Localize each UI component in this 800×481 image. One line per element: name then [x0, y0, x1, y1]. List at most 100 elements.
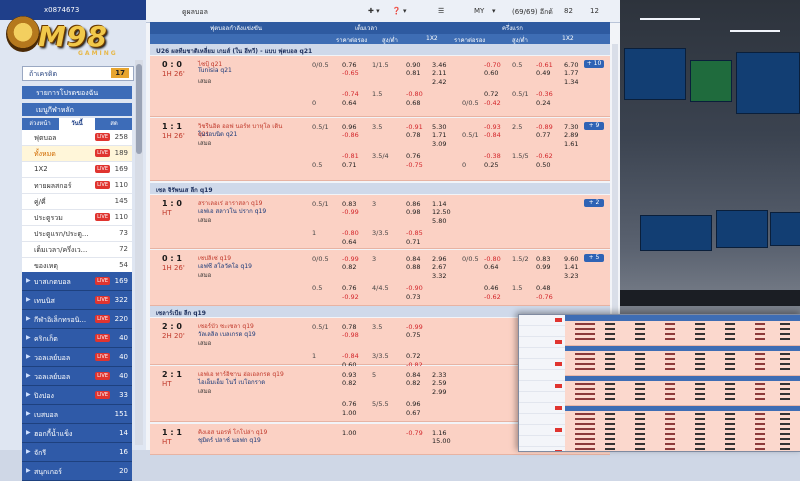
submenu-item[interactable]: 1X2 LIVE 169 — [22, 162, 132, 178]
odds-cell[interactable]: 3.23 — [564, 272, 578, 280]
sport-item[interactable]: ▶ วอลเลย์บอล LIVE 40 — [22, 367, 132, 386]
odds-cell[interactable]: 0.72 — [484, 90, 498, 98]
sport-item[interactable]: ▶ วอลเลย์บอล LIVE 40 — [22, 348, 132, 367]
odds-cell[interactable]: 0.99 — [536, 263, 550, 271]
odds-cell[interactable]: -0.38 — [484, 152, 501, 160]
sport-item[interactable]: ▶ เบสบอล 151 — [22, 405, 132, 424]
submenu-item[interactable]: เต็มเวลา/ครึ่งเว... 72 — [22, 242, 132, 258]
league-header[interactable]: เซล จิรัพนเส ลีก q19 — [150, 183, 610, 194]
odds-cell[interactable]: 0.82 — [342, 263, 356, 271]
odds-mode[interactable]: MY — [474, 7, 484, 15]
odds-cell[interactable]: 15.00 — [432, 437, 451, 445]
odds-cell[interactable]: 0.82 — [406, 379, 420, 387]
odds-cell[interactable]: 0.96 — [406, 400, 420, 408]
sport-menu-header[interactable]: เมนูกีฬาหลัก — [22, 103, 132, 116]
odds-cell[interactable]: 0.64 — [484, 263, 498, 271]
odds-cell[interactable]: 0.75 — [406, 331, 420, 339]
odds-cell[interactable]: 2.11 — [432, 69, 446, 77]
odds-cell[interactable]: 0.76 — [406, 152, 420, 160]
sport-item[interactable]: ▶ จักรี 16 — [22, 443, 132, 462]
odds-cell[interactable]: -0.62 — [484, 293, 501, 301]
tab-live[interactable]: สด — [96, 118, 132, 130]
odds-cell[interactable]: 2.42 — [432, 78, 446, 86]
odds-cell[interactable]: -0.42 — [484, 99, 501, 107]
odds-cell[interactable]: -0.84 — [342, 352, 359, 360]
odds-cell[interactable]: 12.50 — [432, 208, 451, 216]
odds-cell[interactable]: -0.80 — [342, 229, 359, 237]
list-icon[interactable]: ☰ — [438, 7, 444, 15]
odds-cell[interactable]: -0.86 — [342, 131, 359, 139]
odds-cell[interactable]: 1.41 — [564, 263, 578, 271]
odds-cell[interactable]: 1.34 — [564, 78, 578, 86]
odds-cell[interactable]: 0.64 — [342, 238, 356, 246]
sport-item[interactable]: ▶ กีฬาอิเล็กทรอนิ... LIVE 220 — [22, 310, 132, 329]
odds-cell[interactable]: 0.98 — [406, 208, 420, 216]
odds-cell[interactable]: -0.90 — [406, 284, 423, 292]
tab-today[interactable]: วันนี้ — [59, 118, 95, 130]
odds-cell[interactable]: -0.36 — [536, 90, 553, 98]
odds-cell[interactable]: 0.60 — [484, 69, 498, 77]
sport-item[interactable]: ▶ คริกเก็ต LIVE 40 — [22, 329, 132, 348]
odds-cell[interactable]: 1.61 — [564, 140, 578, 148]
odds-cell[interactable]: -0.62 — [536, 152, 553, 160]
submenu-item[interactable]: ประตูแรก/ประตู... 73 — [22, 226, 132, 242]
chevron-down-icon[interactable]: ▾ — [492, 7, 496, 15]
sidebar-scroll-thumb[interactable] — [136, 64, 142, 154]
tab-early[interactable]: ล่วงหน้า — [22, 118, 58, 130]
odds-cell[interactable]: -0.81 — [342, 152, 359, 160]
odds-cell[interactable]: 0.25 — [484, 161, 498, 169]
odds-cell[interactable]: 0.46 — [484, 284, 498, 292]
odds-cell[interactable]: 5.80 — [432, 217, 446, 225]
sport-item[interactable]: ▶ เทนนิส LIVE 322 — [22, 291, 132, 310]
odds-cell[interactable]: -0.80 — [406, 90, 423, 98]
odds-cell[interactable]: 0.82 — [342, 379, 356, 387]
submenu-item[interactable]: ประตูรวม LIVE 110 — [22, 210, 132, 226]
sport-item[interactable]: ▶ สนุกเกอร์ 20 — [22, 462, 132, 481]
submenu-item[interactable]: ทายผลสกอร์ LIVE 110 — [22, 178, 132, 194]
odds-cell[interactable]: 2.67 — [432, 263, 446, 271]
submenu-item[interactable]: คู่/คี่ 145 — [22, 194, 132, 210]
odds-cell[interactable]: 0.64 — [342, 99, 356, 107]
odds-cell[interactable]: -0.75 — [406, 161, 423, 169]
odds-cell[interactable]: 0.76 — [342, 400, 356, 408]
sport-item[interactable]: ▶ ปิงปอง LIVE 33 — [22, 386, 132, 405]
sidebar-scrollbar[interactable] — [135, 60, 143, 445]
refresh-icon[interactable]: ✚ ▾ — [368, 7, 380, 15]
message-count[interactable]: 82 — [564, 7, 573, 15]
odds-cell[interactable]: 2.89 — [564, 131, 578, 139]
odds-cell[interactable]: -0.84 — [484, 131, 501, 139]
odds-cell[interactable]: -0.85 — [406, 229, 423, 237]
odds-cell[interactable]: 2.59 — [432, 379, 446, 387]
submenu-item[interactable]: ทั้งหมด LIVE 189 — [22, 146, 132, 162]
odds-cell[interactable]: 1.71 — [432, 131, 446, 139]
odds-cell[interactable]: -0.99 — [342, 208, 359, 216]
odds-cell[interactable]: 0.48 — [536, 284, 550, 292]
odds-cell[interactable]: 1.77 — [564, 69, 578, 77]
odds-cell[interactable]: 1.00 — [342, 409, 356, 417]
odds-cell[interactable]: 0.68 — [406, 99, 420, 107]
odds-cell[interactable]: 0.81 — [406, 69, 420, 77]
brand-logo[interactable]: M98 GAMING — [0, 12, 146, 58]
favorites-header[interactable]: รายการโปรดของฉัน — [22, 86, 132, 99]
credit-row[interactable]: ถ้าเครดิต 17 — [22, 66, 134, 81]
odds-cell[interactable]: 3.32 — [432, 272, 446, 280]
odds-cell[interactable]: 0.24 — [536, 99, 550, 107]
odds-cell[interactable]: 0.67 — [406, 409, 420, 417]
odds-cell[interactable]: -0.76 — [536, 293, 553, 301]
odds-cell[interactable]: 0.71 — [342, 161, 356, 169]
odds-cell[interactable]: 0.88 — [406, 263, 420, 271]
odds-cell[interactable]: -0.92 — [342, 293, 359, 301]
odds-cell[interactable]: 3.09 — [432, 140, 446, 148]
sport-item[interactable]: ▶ ฮอกกี้น้ำแข็ง 14 — [22, 424, 132, 443]
odds-cell[interactable]: -0.65 — [342, 69, 359, 77]
odds-cell[interactable]: 0.72 — [406, 352, 420, 360]
odds-cell[interactable]: 0.73 — [406, 293, 420, 301]
odds-cell[interactable]: -0.74 — [342, 90, 359, 98]
odds-cell[interactable]: 0.77 — [536, 131, 550, 139]
odds-cell[interactable]: 0.78 — [406, 131, 420, 139]
league-header[interactable]: U26 ผลทีมชาติเหลี่ยม เกมส์ (ใน ฮีทวี) - … — [150, 44, 610, 55]
odds-cell[interactable]: 0.76 — [342, 284, 356, 292]
submenu-item[interactable]: ฟุตบอล LIVE 258 — [22, 130, 132, 146]
odds-cell[interactable]: -0.98 — [342, 331, 359, 339]
odds-cell[interactable]: 0.71 — [406, 238, 420, 246]
